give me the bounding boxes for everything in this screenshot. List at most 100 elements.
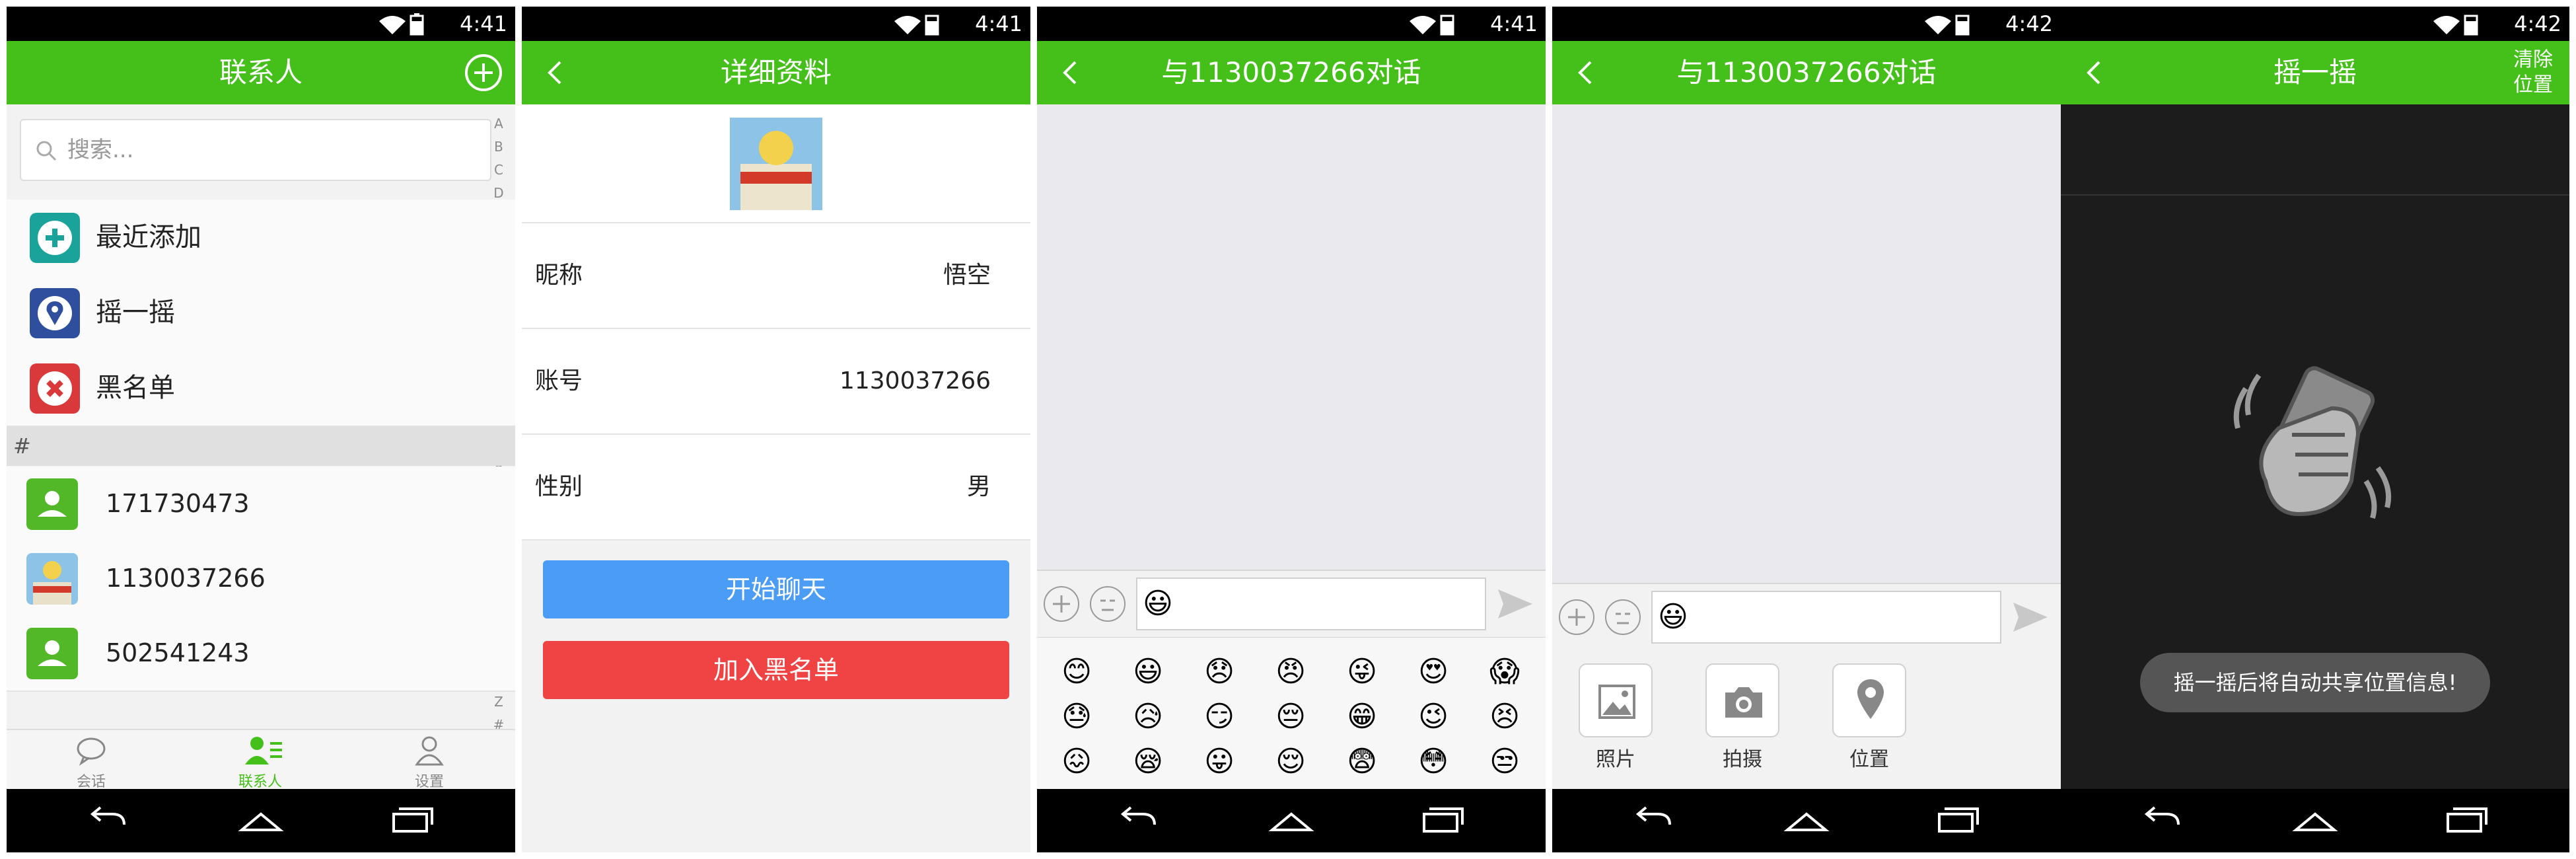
- emoji-toggle-icon[interactable]: [1605, 599, 1641, 635]
- field-label: 账号: [535, 367, 583, 394]
- search-placeholder: 搜索...: [67, 137, 134, 163]
- emoji-key[interactable]: 😉: [1415, 698, 1452, 735]
- tab-contacts[interactable]: 联系人: [176, 730, 345, 790]
- location-pin-icon: [1857, 679, 1884, 719]
- add-blacklist-button[interactable]: 加入黑名单: [543, 641, 1009, 699]
- chat-bubble-icon: [77, 737, 106, 766]
- home-nav-icon[interactable]: [1783, 803, 1830, 837]
- index-letter[interactable]: A: [489, 112, 509, 135]
- page-title: 详细资料: [720, 56, 832, 89]
- emoji-key[interactable]: 😥: [1129, 698, 1166, 735]
- back-nav-icon[interactable]: [1116, 803, 1163, 837]
- emoji-key[interactable]: 😖: [1058, 743, 1095, 780]
- header: 与1130037266对话: [1037, 41, 1546, 104]
- close-icon: [30, 363, 80, 414]
- recents-nav-icon[interactable]: [1935, 803, 1982, 837]
- contact-row[interactable]: 502541243: [7, 616, 515, 692]
- section-header: #: [7, 426, 515, 466]
- emoji-key[interactable]: 😱: [1486, 654, 1523, 691]
- index-letter[interactable]: Z: [489, 691, 509, 714]
- avatar: [26, 478, 78, 530]
- tab-settings[interactable]: 设置: [345, 730, 514, 790]
- camera-label: 拍摄: [1723, 748, 1762, 771]
- location-button[interactable]: [1832, 663, 1906, 737]
- menu-label: 摇一摇: [96, 297, 175, 328]
- field-label: 性别: [535, 473, 583, 500]
- shake-hand-icon: [2233, 366, 2392, 519]
- emoji-key[interactable]: 😓: [1058, 698, 1095, 735]
- clear-location-button[interactable]: 清除位置: [2510, 48, 2556, 98]
- emoji-key[interactable]: 😜: [1343, 654, 1380, 691]
- emoji-key[interactable]: 😠: [1272, 654, 1309, 691]
- status-bar: 4:41: [7, 7, 515, 41]
- message-input[interactable]: 😃: [1651, 591, 2001, 644]
- emoji-key[interactable]: 😁: [1343, 698, 1380, 735]
- home-nav-icon[interactable]: [238, 803, 284, 837]
- system-nav-bar: [7, 789, 515, 852]
- home-nav-icon[interactable]: [2292, 803, 2338, 837]
- tab-label: 会话: [76, 774, 106, 790]
- emoji-key[interactable]: 😍: [1415, 654, 1452, 691]
- send-icon[interactable]: [1495, 587, 1535, 621]
- emoji-key[interactable]: 😒: [1486, 743, 1523, 780]
- page-title: 与1130037266对话: [1161, 56, 1421, 89]
- chat-emoji-screen: 4:41 与1130037266对话 😃 😊 😃 😞 😠 😜 😍 😱 😓 😥 😏…: [1037, 7, 1546, 852]
- contact-row[interactable]: 171730473: [7, 467, 515, 542]
- image-icon: [1598, 685, 1635, 719]
- header: 联系人: [7, 41, 515, 104]
- plus-icon[interactable]: [1044, 586, 1079, 622]
- emoji-key[interactable]: 😪: [1129, 743, 1166, 780]
- back-nav-icon[interactable]: [1631, 803, 1678, 837]
- menu-blacklist[interactable]: 黑名单: [7, 350, 515, 427]
- emoji-key[interactable]: 😳: [1415, 743, 1452, 780]
- menu-recently-added[interactable]: 最近添加: [7, 200, 515, 276]
- location-label: 位置: [1849, 748, 1889, 771]
- bottom-tab-bar: 会话 联系人 设置: [7, 729, 515, 790]
- location-pin-icon: [30, 288, 80, 338]
- index-letter[interactable]: C: [489, 159, 509, 182]
- photo-button[interactable]: [1579, 663, 1653, 737]
- input-emoji: 😃: [1658, 600, 1688, 634]
- message-input[interactable]: 😃: [1136, 578, 1486, 630]
- recents-nav-icon[interactable]: [2444, 803, 2490, 837]
- emoji-key[interactable]: 😌: [1272, 743, 1309, 780]
- emoji-key[interactable]: 😛: [1201, 743, 1238, 780]
- clock: 4:42: [2514, 11, 2561, 36]
- page-title: 与1130037266对话: [1676, 56, 1937, 89]
- recents-nav-icon[interactable]: [1420, 803, 1466, 837]
- wifi-battery-icon: [894, 15, 939, 36]
- emoji-toggle-icon[interactable]: [1090, 586, 1126, 622]
- search-input[interactable]: 搜索...: [20, 119, 491, 181]
- camera-button[interactable]: [1705, 663, 1779, 737]
- menu-shake[interactable]: 摇一摇: [7, 275, 515, 352]
- emoji-key[interactable]: 😔: [1272, 698, 1309, 735]
- toast-message: 摇一摇后将自动共享位置信息!: [2140, 653, 2490, 712]
- emoji-key[interactable]: 😣: [1486, 698, 1523, 735]
- message-list: [1552, 104, 2061, 583]
- start-chat-button[interactable]: 开始聊天: [543, 560, 1009, 618]
- emoji-key[interactable]: 😃: [1129, 654, 1166, 691]
- home-nav-icon[interactable]: [1268, 803, 1314, 837]
- back-nav-icon[interactable]: [2140, 803, 2186, 837]
- clock: 4:41: [460, 11, 507, 36]
- contact-row[interactable]: 1130037266: [7, 541, 515, 617]
- add-icon: [30, 213, 80, 263]
- message-list: [1037, 104, 1546, 570]
- emoji-key[interactable]: 😞: [1201, 654, 1238, 691]
- divider-line: [2061, 194, 2569, 196]
- recents-nav-icon[interactable]: [390, 803, 436, 837]
- emoji-key[interactable]: 😊: [1058, 654, 1095, 691]
- index-letter[interactable]: B: [489, 135, 509, 159]
- emoji-key[interactable]: 😏: [1201, 698, 1238, 735]
- avatar: [26, 553, 78, 605]
- header: 摇一摇: [2061, 41, 2569, 104]
- send-icon[interactable]: [2011, 600, 2050, 634]
- plus-icon[interactable]: [1559, 599, 1594, 635]
- add-contact-icon[interactable]: [464, 53, 503, 93]
- field-value: 男: [966, 473, 991, 500]
- wifi-battery-icon: [1410, 15, 1454, 36]
- emoji-key[interactable]: 😨: [1343, 743, 1380, 780]
- status-bar: 4:41: [522, 7, 1030, 41]
- tab-conversations[interactable]: 会话: [7, 730, 176, 790]
- back-nav-icon[interactable]: [86, 803, 132, 837]
